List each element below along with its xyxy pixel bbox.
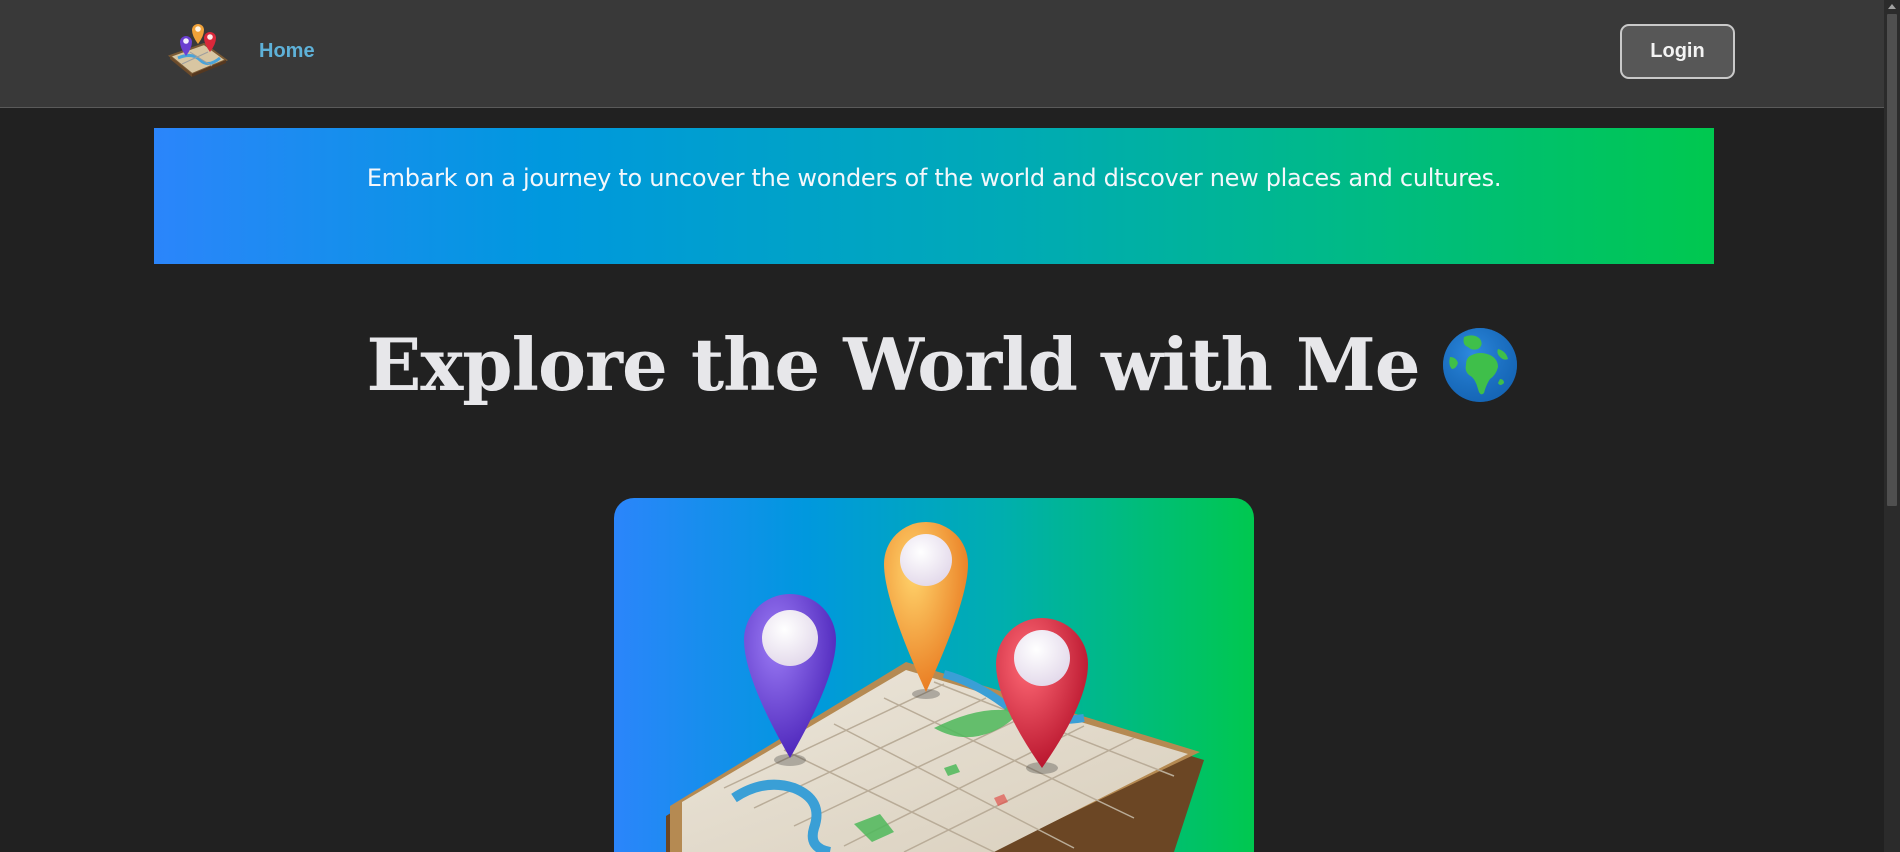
page-title-text: Explore the World with Me — [366, 322, 1420, 407]
map-with-location-pins-illustration — [666, 522, 1204, 852]
page: Home Login Embark on a journey to uncove… — [0, 0, 1884, 852]
vertical-scrollbar[interactable] — [1884, 0, 1900, 852]
scrollbar-thumb[interactable] — [1887, 14, 1897, 506]
scroll-up-arrow-icon[interactable] — [1888, 4, 1896, 9]
map-pins-logo-icon[interactable] — [164, 22, 230, 78]
hero-image-card — [614, 498, 1254, 852]
intro-banner: Embark on a journey to uncover the wonde… — [154, 128, 1714, 264]
banner-text: Embark on a journey to uncover the wonde… — [366, 164, 1502, 192]
globe-africa-icon — [1442, 327, 1518, 403]
nav-link-home[interactable]: Home — [259, 40, 315, 63]
page-title: Explore the World with Me — [0, 322, 1884, 409]
navbar: Home Login — [0, 0, 1884, 108]
login-button[interactable]: Login — [1620, 24, 1735, 79]
